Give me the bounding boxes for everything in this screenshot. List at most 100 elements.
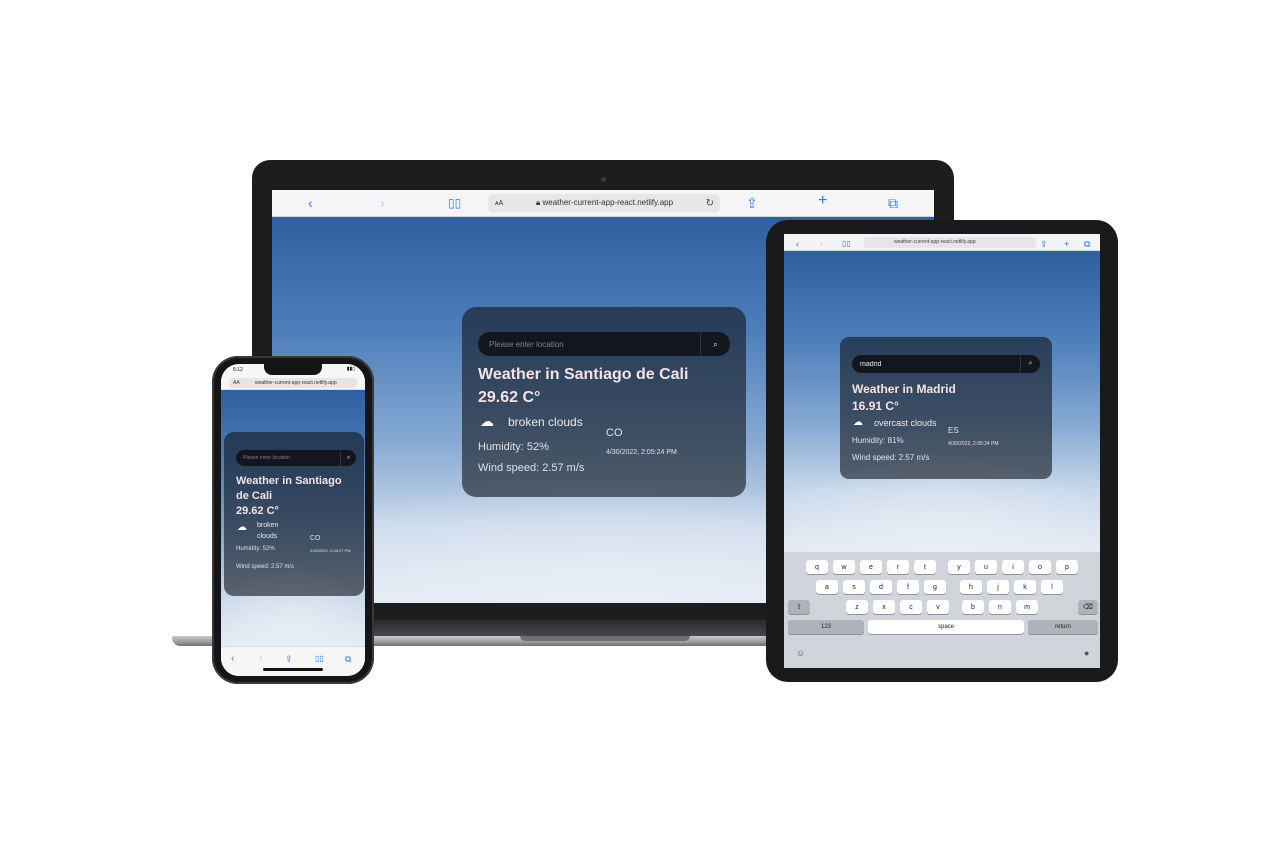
home-indicator[interactable] — [263, 668, 323, 671]
reload-icon[interactable]: ↻ — [706, 198, 714, 209]
tablet-screen: ‹ › ▯▯ weather-current-app-react.netlify… — [784, 234, 1100, 668]
key-f[interactable]: f — [897, 580, 919, 594]
humidity: Humidity: 81% — [852, 436, 904, 445]
tabs-icon[interactable]: ⧉ — [1084, 236, 1090, 252]
key-d[interactable]: d — [870, 580, 892, 594]
keyboard-row-3: ⇧ z x c v b n m ⌫ — [784, 600, 1100, 615]
plus-icon[interactable]: + — [1064, 236, 1069, 252]
country-code: CO — [310, 535, 321, 542]
book-icon[interactable]: ▯▯ — [842, 236, 851, 252]
key-k[interactable]: k — [1014, 580, 1036, 594]
temperature: 16.91 C° — [852, 399, 899, 413]
microphone-icon[interactable]: ● — [1084, 648, 1089, 658]
country-code: CO — [606, 427, 623, 439]
key-y[interactable]: y — [948, 560, 970, 574]
weather-card: ⌕ Weather in Madrid 16.91 C° ☁ overcast … — [840, 337, 1052, 479]
tablet-frame: ‹ › ▯▯ weather-current-app-react.netlify… — [766, 220, 1118, 682]
temperature: 29.62 C° — [478, 389, 541, 406]
backspace-key[interactable]: ⌫ — [1078, 600, 1098, 614]
browser-toolbar: ‹ › ▯▯ weather-current-app-react.netlify… — [784, 234, 1100, 251]
cloud-icon: ☁ — [853, 417, 863, 428]
country-code: ES — [948, 426, 959, 435]
search-icon: ⌕ — [712, 338, 719, 349]
key-w[interactable]: w — [833, 560, 855, 574]
key-b[interactable]: b — [962, 600, 984, 614]
humidity: Humidity: 52% — [236, 546, 275, 552]
weather-description: overcast clouds — [874, 418, 937, 428]
keyboard-row-2: a s d f g h j k l — [784, 580, 1100, 595]
key-p[interactable]: p — [1056, 560, 1078, 574]
return-key[interactable]: return — [1028, 620, 1098, 634]
space-key[interactable]: space — [868, 620, 1024, 634]
key-c[interactable]: c — [900, 600, 922, 614]
key-x[interactable]: x — [873, 600, 895, 614]
emoji-icon[interactable]: ☺ — [796, 648, 805, 658]
search-button[interactable]: ⌕ — [340, 450, 356, 466]
chevron-right-icon[interactable]: › — [820, 236, 823, 252]
key-e[interactable]: e — [860, 560, 882, 574]
search-input[interactable] — [478, 339, 698, 349]
key-m[interactable]: m — [1016, 600, 1038, 614]
chevron-right-icon[interactable]: › — [259, 651, 262, 667]
key-u[interactable]: u — [975, 560, 997, 574]
date-time: 4/30/2022, 2:05:27 PM — [310, 548, 351, 553]
book-icon[interactable]: ▯▯ — [315, 651, 324, 667]
weather-page: ⌕ Weather in Santiago de Cali 29.62 C° ☁… — [221, 390, 365, 646]
chevron-right-icon[interactable]: › — [380, 195, 385, 211]
search-button[interactable]: ⌕ — [1020, 355, 1040, 373]
weather-card: ⌕ Weather in Santiago de Cali 29.62 C° ☁… — [462, 307, 746, 497]
laptop-notch — [520, 636, 690, 641]
phone-screen: 6:12 ▮▮▯ AA weather-current-app-react.ne… — [221, 364, 365, 676]
key-r[interactable]: r — [887, 560, 909, 574]
tabs-icon[interactable]: ⧉ — [888, 195, 898, 211]
share-icon[interactable]: ⇪ — [1040, 236, 1048, 252]
address-bar[interactable]: ᴀA 🔒︎ weather-current-app-react.netlify.… — [488, 194, 720, 212]
text-size-button[interactable]: ᴀA — [495, 200, 503, 207]
share-icon[interactable]: ⇪ — [285, 651, 293, 667]
key-i[interactable]: i — [1002, 560, 1024, 574]
search-icon: ⌕ — [346, 454, 351, 461]
cloud-icon: ☁ — [237, 522, 247, 533]
chevron-left-icon[interactable]: ‹ — [308, 195, 313, 211]
battery-icon: ▮▮▯ — [346, 366, 355, 372]
date-time: 4/30/2022, 2:05:24 PM — [606, 449, 677, 456]
key-z[interactable]: z — [846, 600, 868, 614]
book-icon[interactable]: ▯▯ — [448, 195, 461, 211]
temperature: 29.62 C° — [236, 505, 279, 517]
key-a[interactable]: a — [816, 580, 838, 594]
numbers-key[interactable]: 123 — [788, 620, 864, 634]
location-title: Weather in Santiago de Cali — [478, 366, 689, 383]
address-bar-row: AA weather-current-app-react.netlify.app — [221, 376, 365, 390]
wind-speed: Wind speed: 2.57 m/s — [236, 564, 295, 570]
key-o[interactable]: o — [1029, 560, 1051, 574]
camera-icon — [601, 177, 606, 182]
browser-bottom-toolbar: ‹ › ⇪ ▯▯ ⧉ — [221, 646, 365, 676]
key-q[interactable]: q — [806, 560, 828, 574]
tabs-icon[interactable]: ⧉ — [345, 651, 351, 667]
status-time: 6:12 — [233, 367, 243, 373]
address-bar[interactable]: AA weather-current-app-react.netlify.app — [229, 378, 357, 388]
date-time: 4/30/2022, 2:05:24 PM — [948, 441, 999, 447]
key-g[interactable]: g — [924, 580, 946, 594]
search-button[interactable]: ⌕ — [700, 332, 730, 356]
key-h[interactable]: h — [960, 580, 982, 594]
chevron-left-icon[interactable]: ‹ — [796, 236, 799, 252]
key-l[interactable]: l — [1041, 580, 1063, 594]
location-title: Weather in Santiago de Cali — [236, 475, 342, 502]
share-icon[interactable]: ⇪ — [746, 195, 758, 211]
key-n[interactable]: n — [989, 600, 1011, 614]
cloud-icon: ☁ — [480, 413, 494, 429]
wind-speed: Wind speed: 2.57 m/s — [852, 453, 930, 462]
search-input[interactable] — [236, 455, 338, 461]
key-s[interactable]: s — [843, 580, 865, 594]
chevron-left-icon[interactable]: ‹ — [231, 651, 234, 667]
phone-notch — [264, 364, 322, 375]
plus-icon[interactable]: + — [818, 193, 827, 209]
text-size-button[interactable]: AA — [233, 378, 240, 388]
key-j[interactable]: j — [987, 580, 1009, 594]
address-bar[interactable]: weather-current-app-react.netlify.app — [864, 237, 1036, 248]
search-input[interactable] — [852, 360, 1016, 368]
key-v[interactable]: v — [927, 600, 949, 614]
shift-key[interactable]: ⇧ — [788, 600, 810, 614]
key-t[interactable]: t — [914, 560, 936, 574]
